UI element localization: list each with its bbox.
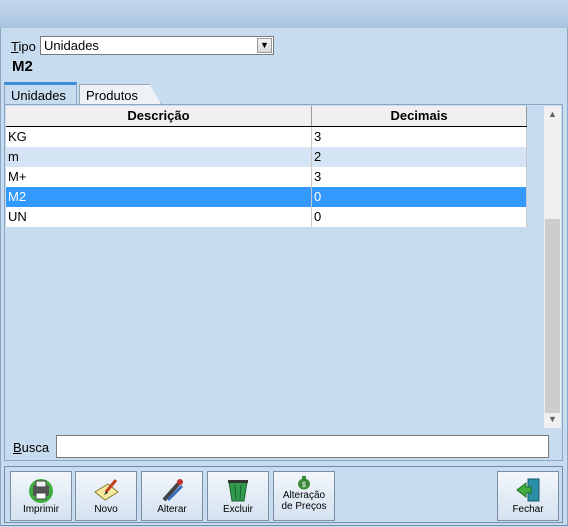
cell-descricao: UN	[6, 207, 312, 227]
table-row[interactable]: UN 0	[6, 207, 527, 227]
table-row[interactable]: M+ 3	[6, 167, 527, 187]
units-grid: Descrição Decimais KG 3 m 2 M+ 3 M2 0 UN…	[6, 106, 527, 227]
column-header-decimais[interactable]: Decimais	[312, 106, 527, 126]
tipo-selected-value: Unidades	[44, 38, 99, 53]
tipo-dropdown[interactable]: Unidades ▼	[40, 36, 274, 55]
table-row[interactable]: KG 3	[6, 127, 527, 147]
imprimir-button[interactable]: Imprimir	[10, 471, 72, 521]
cell-decimais: 3	[312, 167, 527, 187]
money-bag-icon: $	[298, 476, 310, 490]
printer-icon	[29, 479, 53, 503]
cell-descricao: M+	[6, 167, 312, 187]
edit-pen-icon	[162, 479, 184, 502]
busca-label: Busca	[13, 440, 50, 455]
fechar-label: Fechar	[512, 504, 544, 515]
table-row[interactable]: m 2	[6, 147, 527, 167]
alterar-label: Alterar	[157, 504, 187, 515]
cell-descricao: KG	[6, 127, 312, 147]
excluir-button[interactable]: Excluir	[207, 471, 269, 521]
exit-door-icon	[516, 478, 540, 502]
grid-scrollbar[interactable]: ▲ ▼	[544, 106, 561, 428]
alteracao-label-2: de Preços	[281, 501, 327, 512]
cell-decimais: 2	[312, 147, 527, 167]
imprimir-label: Imprimir	[22, 504, 60, 515]
alterar-button[interactable]: Alterar	[141, 471, 203, 521]
scroll-thumb[interactable]	[545, 219, 560, 413]
tipo-label: Tipo	[11, 39, 36, 54]
fechar-button[interactable]: Fechar	[497, 471, 559, 521]
scroll-up-icon[interactable]: ▲	[544, 106, 561, 123]
novo-label: Novo	[94, 504, 118, 515]
window-titlebar	[0, 0, 568, 29]
alteracao-label-1: Alteração	[282, 490, 326, 501]
alteracao-precos-button[interactable]: $ Alteração de Preços	[273, 471, 335, 521]
new-document-icon	[94, 479, 119, 501]
table-row-selected[interactable]: M2 0	[6, 187, 527, 207]
current-code: M2	[12, 58, 33, 75]
trash-can-icon	[228, 480, 248, 502]
cell-decimais: 3	[312, 127, 527, 147]
svg-text:$: $	[302, 482, 306, 489]
cell-descricao: m	[6, 147, 312, 167]
grid-header: Descrição Decimais	[6, 106, 527, 127]
cell-descricao: M2	[6, 187, 312, 207]
novo-button[interactable]: Novo	[75, 471, 137, 521]
cell-decimais: 0	[312, 207, 527, 227]
cell-decimais: 0	[312, 187, 527, 207]
chevron-down-icon[interactable]: ▼	[257, 38, 272, 53]
scroll-down-icon[interactable]: ▼	[544, 411, 561, 428]
excluir-label: Excluir	[222, 504, 253, 515]
tab-unidades[interactable]: Unidades	[4, 82, 77, 104]
column-header-descricao[interactable]: Descrição	[6, 106, 312, 126]
tab-produtos[interactable]: Produtos	[79, 84, 161, 104]
busca-input[interactable]	[56, 435, 549, 458]
